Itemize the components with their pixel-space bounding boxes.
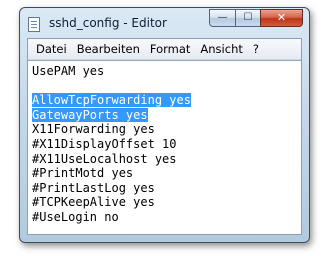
client-area: Datei Bearbeiten Format Ansicht ? UsePAM… <box>27 38 302 235</box>
text-editor-area[interactable]: UsePAM yes AllowTcpForwarding yes Gatewa… <box>28 60 301 234</box>
menu-datei[interactable]: Datei <box>31 42 72 56</box>
menu-help[interactable]: ? <box>248 42 264 56</box>
menu-bearbeiten[interactable]: Bearbeiten <box>72 42 145 56</box>
editor-window: sshd_config - Editor — ☐ ✕ Datei Bearbei… <box>19 7 310 243</box>
text-line: UsePAM yes <box>32 64 105 78</box>
text-line: #X11DisplayOffset 10 <box>32 136 177 151</box>
menu-ansicht[interactable]: Ansicht <box>195 42 247 56</box>
text-line: #PrintMotd yes <box>32 166 134 181</box>
text-line <box>32 79 191 94</box>
text-line: #PrintLastLog yes <box>32 180 155 195</box>
text-line: X11Forwarding yes <box>32 122 155 137</box>
text-lines: UsePAM yes AllowTcpForwarding yes Gatewa… <box>32 64 191 225</box>
window-title: sshd_config - Editor <box>49 16 167 30</box>
close-button[interactable]: ✕ <box>260 9 303 27</box>
notepad-icon[interactable] <box>28 17 40 32</box>
menu-format[interactable]: Format <box>145 42 196 56</box>
text-line: #UseLogin no <box>32 209 119 224</box>
menu-bar: Datei Bearbeiten Format Ansicht ? <box>28 39 301 60</box>
caption-buttons: — ☐ ✕ <box>209 9 303 27</box>
minimize-button[interactable]: — <box>209 9 235 27</box>
text-line: #TCPKeepAlive yes <box>32 195 155 210</box>
text-line: #X11UseLocalhost yes <box>32 151 177 166</box>
title-bar[interactable]: sshd_config - Editor — ☐ ✕ <box>20 8 309 38</box>
selected-text-line: GatewayPorts yes <box>32 107 148 122</box>
maximize-button[interactable]: ☐ <box>235 9 260 27</box>
selected-text-line: AllowTcpForwarding yes <box>32 93 191 108</box>
